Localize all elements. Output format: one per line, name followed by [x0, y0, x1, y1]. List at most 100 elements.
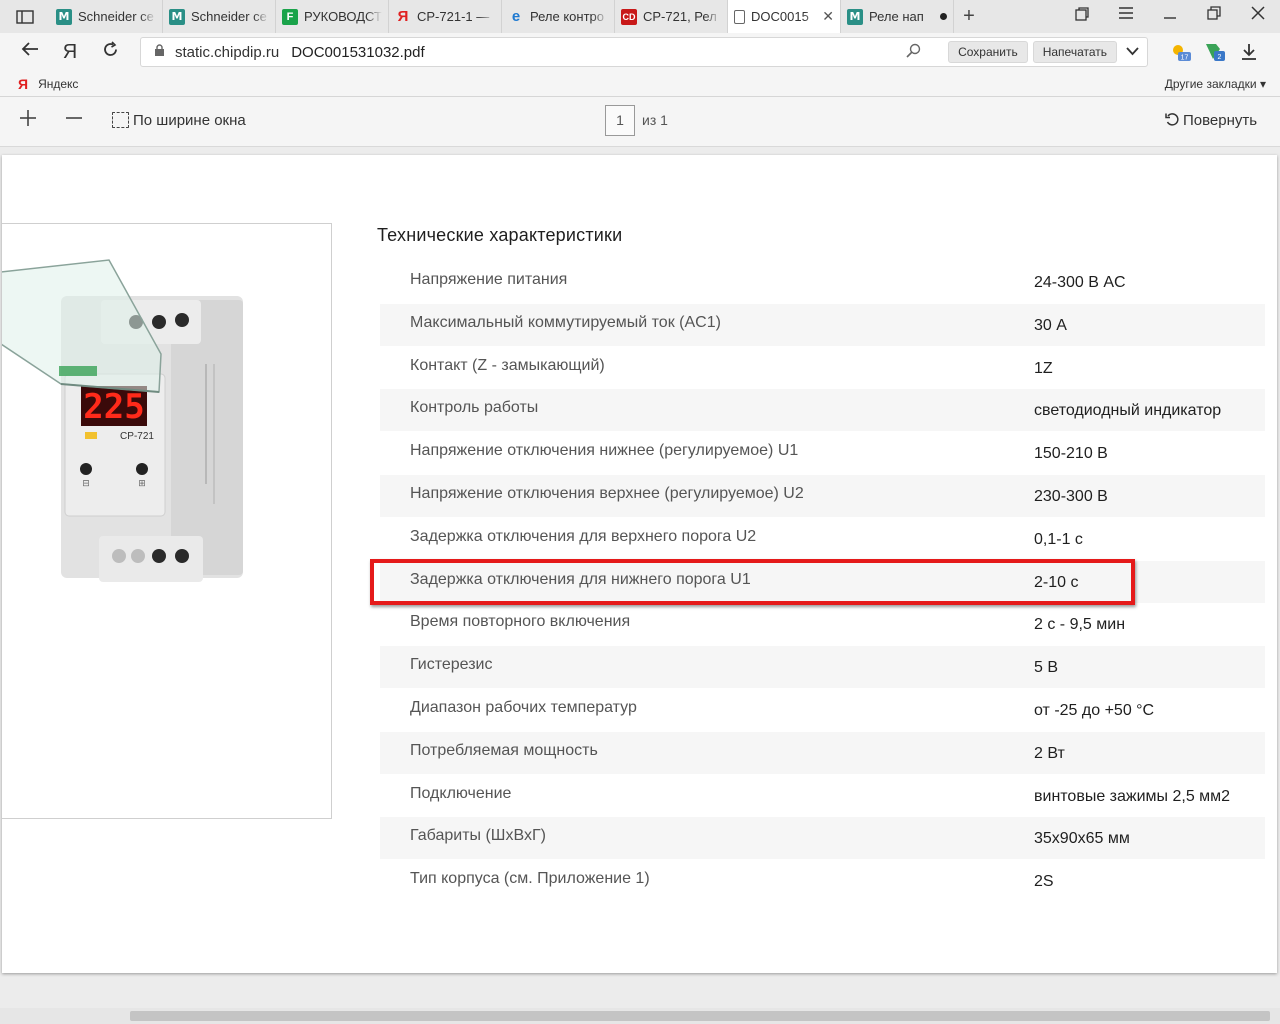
- url-field[interactable]: static.chipdip.ru DOC001531032.pdf Сохра…: [140, 37, 1148, 67]
- spec-value: 230-300 В: [1034, 488, 1108, 505]
- tab-3[interactable]: Я CP-721-1 —: [389, 0, 502, 33]
- unsaved-dot-icon: [940, 13, 947, 20]
- spec-value: 2 Вт: [1034, 744, 1065, 762]
- extension-icons: 17 2: [1166, 37, 1264, 67]
- zoom-out-button[interactable]: [64, 107, 84, 135]
- tab-list: M Schneider ce M Schneider ce F РУКОВОДСТ Я CP-…: [50, 0, 954, 33]
- yandex-logo-icon: Я: [18, 75, 29, 92]
- pdf-page: 225 CP-721 ⊟ ⊞ Технические характеристик…: [2, 155, 1277, 973]
- spec-value: 35х90х65 мм: [1034, 830, 1130, 848]
- lock-icon[interactable]: [147, 44, 171, 60]
- spec-label: Напряжение питания: [410, 271, 568, 288]
- fit-width-label: По ширине окна: [133, 112, 246, 129]
- spec-value: 30 А: [1034, 316, 1067, 334]
- spec-value: светодиодный индикатор: [1034, 402, 1222, 420]
- save-button[interactable]: Сохранить: [948, 41, 1028, 63]
- rotate-icon: [1165, 113, 1179, 126]
- pdf-viewer[interactable]: 225 CP-721 ⊟ ⊞ Технические характеристик…: [0, 147, 1280, 1024]
- tab-title: Schneider ce: [191, 9, 267, 24]
- tab-7[interactable]: M Реле нап: [841, 0, 954, 33]
- svg-text:17: 17: [1181, 55, 1189, 62]
- spec-row: Напряжение питания 24-300 В AC: [380, 261, 1265, 303]
- spec-row: Габариты (ШхВхГ) 35х90х65 мм: [380, 817, 1265, 860]
- spec-row: Контроль работы светодиодный индикатор: [380, 389, 1265, 432]
- tab-favicon-icon: M: [169, 8, 185, 25]
- spec-value: винтовые зажимы 2,5 мм2: [1034, 787, 1231, 805]
- fit-width-button[interactable]: По ширине окна: [112, 112, 246, 129]
- weather-extension-icon[interactable]: 17: [1166, 37, 1196, 67]
- mail-extension-icon[interactable]: 2: [1200, 37, 1230, 67]
- sidebar-toggle-icon[interactable]: [0, 0, 50, 33]
- url-actions: Сохранить Напечатать: [906, 41, 1147, 63]
- horizontal-scrollbar[interactable]: [0, 1008, 1280, 1024]
- close-tab-icon[interactable]: ✕: [822, 8, 834, 25]
- tab-title: CP-721-1 —: [417, 9, 490, 24]
- spec-label: Подключение: [410, 784, 512, 802]
- pdf-toolbar: По ширине окна 1 из 1 Повернуть: [0, 97, 1280, 147]
- tab-favicon-icon: [734, 9, 745, 24]
- minimize-button[interactable]: [1148, 6, 1192, 27]
- zoom-in-button[interactable]: [18, 107, 38, 135]
- tabs-menu-icon[interactable]: [1060, 6, 1104, 27]
- tab-favicon-icon: F: [282, 8, 298, 25]
- spec-label: Напряжение отключения верхнее (регулируе…: [410, 485, 804, 502]
- tab-6[interactable]: DOC0015 ✕: [728, 0, 841, 33]
- reload-button[interactable]: [90, 40, 130, 64]
- device-minus-mark: ⊟: [82, 479, 90, 489]
- page-count: из 1: [642, 112, 668, 128]
- tab-1[interactable]: M Schneider ce: [163, 0, 276, 33]
- search-icon[interactable]: [906, 43, 921, 61]
- print-button[interactable]: Напечатать: [1032, 41, 1117, 63]
- spec-row: Тип корпуса (см. Приложение 1) 2S: [380, 860, 1265, 902]
- menu-icon[interactable]: [1104, 6, 1148, 27]
- window-controls: [1060, 6, 1280, 27]
- chevron-down-icon[interactable]: [1126, 45, 1139, 59]
- spec-label: Напряжение отключения нижнее (регулируем…: [410, 442, 799, 460]
- spec-value: 2S: [1034, 873, 1054, 891]
- specs-heading: Технические характеристики: [377, 225, 623, 245]
- spec-value: 150-210 В: [1034, 445, 1108, 463]
- scrollbar-thumb[interactable]: [130, 1011, 1270, 1021]
- tab-2[interactable]: F РУКОВОДСТ: [276, 0, 389, 33]
- back-button[interactable]: [10, 41, 50, 63]
- tab-title: РУКОВОДСТ: [304, 9, 382, 24]
- spec-row: Напряжение отключения нижнее (регулируем…: [380, 432, 1265, 474]
- tab-title: Schneider ce: [78, 9, 154, 24]
- spec-label: Контроль работы: [410, 399, 539, 417]
- restore-button[interactable]: [1192, 6, 1236, 27]
- spec-label: Контакт (Z - замыкающий): [410, 356, 605, 374]
- product-image-frame: 225 CP-721 ⊟ ⊞: [2, 223, 332, 819]
- spec-value: 24-300 В AC: [1034, 274, 1126, 291]
- highlight-box: [370, 559, 1135, 605]
- spec-label: Тип корпуса (см. Приложение 1): [410, 870, 650, 888]
- bookmark-yandex[interactable]: Яндекс: [38, 77, 78, 91]
- tab-title: Реле контро: [530, 9, 604, 24]
- spec-value: 2 с - 9,5 мин: [1034, 616, 1126, 634]
- tab-title: DOC0015: [751, 9, 809, 24]
- spec-value: 5 В: [1034, 659, 1059, 677]
- other-bookmarks[interactable]: Другие закладки ▾: [1165, 77, 1266, 91]
- yandex-home-icon[interactable]: Я: [50, 41, 90, 64]
- page-number-input[interactable]: 1: [605, 105, 635, 136]
- device-plus-mark: ⊞: [138, 479, 146, 489]
- url-path: DOC001531032.pdf: [291, 43, 425, 61]
- tab-4[interactable]: e Реле контро: [502, 0, 615, 33]
- url-host: static.chipdip.ru: [175, 43, 280, 61]
- spec-row: Напряжение отключения верхнее (регулируе…: [380, 475, 1265, 517]
- fit-width-icon: [112, 112, 129, 128]
- spec-value: от -25 до +50 °С: [1034, 702, 1155, 719]
- close-window-button[interactable]: [1236, 6, 1280, 27]
- rotate-button[interactable]: Повернуть: [1164, 112, 1257, 129]
- tab-favicon-icon: e: [511, 8, 521, 25]
- spec-label: Время повторного включения: [410, 613, 631, 631]
- svg-text:2: 2: [1218, 54, 1222, 61]
- bookmarks-bar: Я Яндекс Другие закладки ▾: [0, 71, 1280, 97]
- tab-favicon-icon: M: [56, 8, 72, 25]
- tab-0[interactable]: M Schneider ce: [50, 0, 163, 33]
- spec-row: Задержка отключения для верхнего порога …: [380, 518, 1265, 560]
- display-reading: 225: [83, 387, 144, 427]
- new-tab-button[interactable]: +: [954, 5, 984, 28]
- tab-title: CP-721, Рел: [643, 9, 717, 24]
- tab-5[interactable]: CD CP-721, Рел: [615, 0, 728, 33]
- downloads-icon[interactable]: [1234, 37, 1264, 67]
